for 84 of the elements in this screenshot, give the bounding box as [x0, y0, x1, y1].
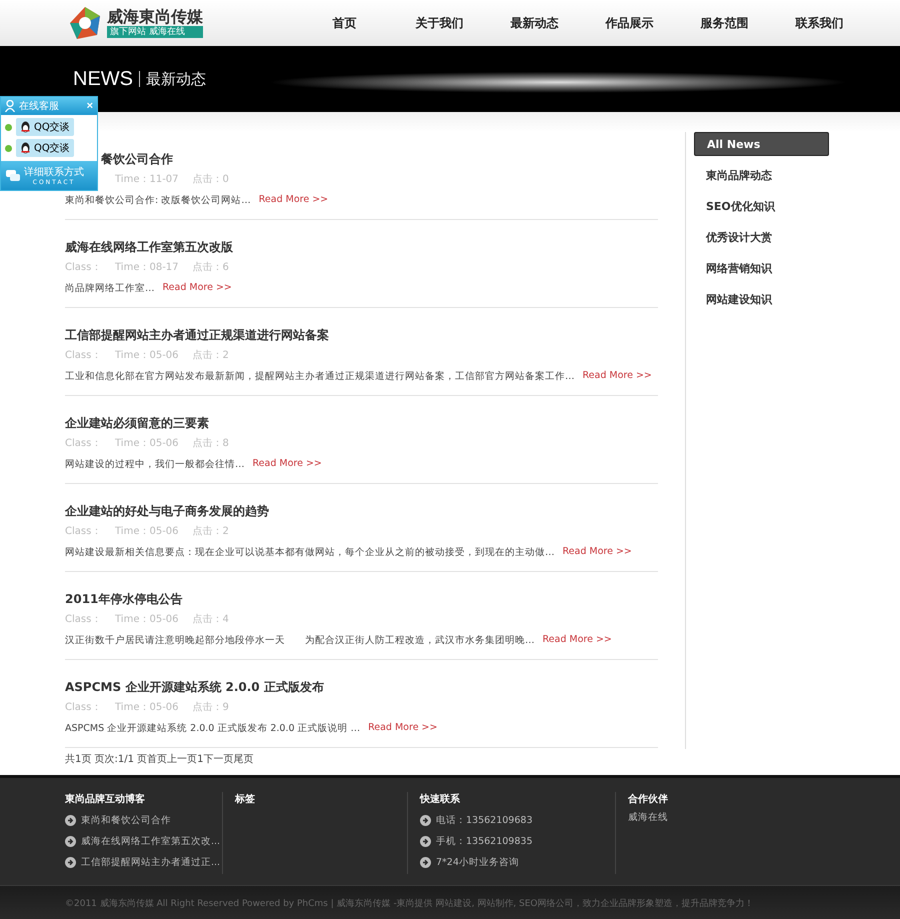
arrow-circle-icon [65, 836, 76, 847]
article-summary: 网站建设的过程中，我们一般都会往情… [65, 458, 244, 471]
article-summary: 東尚和餐饮公司合作: 改版餐饮公司网站… [65, 194, 251, 207]
pagination: 共1页 页次:1/1 页首页上一页1下一页尾页 [65, 752, 255, 766]
article-class: Class： [65, 437, 101, 450]
arrow-circle-icon [65, 857, 76, 868]
read-more-link[interactable]: Read More >> [252, 458, 322, 471]
banner-subtitle: 最新动态 [146, 70, 206, 88]
logo-title: 威海東尚传媒 [107, 8, 203, 26]
article-title[interactable]: ASPCMS 企业开源建站系统 2.0.0 正式版发布 [65, 679, 324, 695]
article-class: Class： [65, 613, 101, 626]
nav-link[interactable]: 联系我们 [772, 14, 867, 32]
arrow-circle-icon [65, 815, 76, 826]
nav-link[interactable]: 最新动态 [487, 14, 582, 32]
footer-link[interactable]: 東尚和餐饮公司合作 [81, 814, 171, 827]
article-title[interactable]: 企业建站必须留意的三要素 [65, 415, 209, 431]
chat-bubble-icon [6, 170, 20, 182]
article-title[interactable]: 工信部提醒网站主办者通过正规渠道进行网站备案 [65, 327, 329, 343]
article-time: Time：05-06 [115, 525, 179, 538]
footer-link[interactable]: 威海在线网络工作室第五次改... [81, 835, 220, 848]
article-title[interactable]: 威海在线网络工作室第五次改版 [65, 239, 233, 255]
article-class: Class： [65, 349, 101, 362]
category-link[interactable]: 网络营销知识 [694, 256, 829, 280]
read-more-link[interactable]: Read More >> [542, 634, 612, 647]
arrow-circle-icon [420, 815, 431, 826]
article-title[interactable]: 2011年停水停电公告 [65, 591, 182, 607]
arrow-circle-icon [420, 836, 431, 847]
copyright-text: ©2011 威海东尚传媒 All Right Reserved Powered by PhCms | 威海东尚传媒 -東尚提供 网站建设, 网站制作, SEO网络公司，致力企业品牌形象塑造，提升品牌竞争力！ [65, 897, 754, 910]
article-clicks: 点击：2 [192, 524, 229, 538]
article-clicks: 点击：0 [192, 172, 229, 186]
nav-link[interactable]: 首页 [297, 14, 392, 32]
article-class: Class： [65, 701, 101, 714]
article-clicks: 点击：2 [192, 348, 229, 362]
footer-link[interactable]: 手机：13562109835 [436, 835, 532, 848]
article-summary: 工业和信息化部在官方网站发布最新新闻，提醒网站主办者通过正规渠道进行网站备案，工信部官方网站备案工作… [65, 370, 574, 383]
arrow-circle-icon [420, 857, 431, 868]
article-title[interactable]: 餐饮公司合作 [101, 151, 173, 167]
article-summary: 汉正街数千户居民请注意明晚起部分地段停水一天 为配合汉正街人防工程改造，武汉市水务集团明晚… [65, 634, 534, 647]
article-clicks: 点击：9 [192, 700, 229, 714]
penguin-icon [20, 142, 31, 154]
nav-link[interactable]: 作品展示 [582, 14, 677, 32]
footer-heading: 标签 [235, 792, 256, 806]
article-time: Time：05-06 [115, 349, 179, 362]
article-class: Class： [65, 525, 101, 538]
footer-heading: 東尚品牌互动博客 [65, 792, 146, 806]
qq-chat-button[interactable]: QQ交谈 [16, 139, 74, 157]
widget-title: 在线客服 [19, 100, 60, 113]
article-clicks: 点击：8 [192, 436, 229, 450]
qq-chat-button[interactable]: QQ交谈 [16, 118, 74, 136]
logo-tagline: 旗下网站 威海在线 [107, 26, 203, 38]
article-summary: 尚品牌网络工作室… [65, 282, 154, 295]
footer-heading: 合作伙伴 [628, 792, 668, 806]
article-summary: 网站建设最新相关信息要点：现在企业可以说基本都有做网站，每个企业从之前的被动接受，到现在的主动做… [65, 546, 554, 559]
article-time: Time：05-06 [115, 437, 179, 450]
read-more-link[interactable]: Read More >> [368, 722, 438, 735]
nav-link[interactable]: 关于我们 [392, 14, 487, 32]
article-time: Time：05-06 [115, 613, 179, 626]
category-link[interactable]: 東尚品牌动态 [694, 163, 829, 187]
article-time: Time：11-07 [115, 173, 179, 186]
category-link[interactable]: 网站建设知识 [694, 287, 829, 311]
read-more-link[interactable]: Read More >> [562, 546, 632, 559]
category-link[interactable]: All News [694, 132, 829, 156]
category-link[interactable]: SEO优化知识 [694, 194, 829, 218]
logo-icon [67, 5, 103, 41]
banner-title: NEWS [73, 68, 133, 90]
footer-link[interactable]: 威海在线 [628, 811, 668, 824]
person-icon [5, 100, 15, 112]
article-title[interactable]: 企业建站的好处与电子商务发展的趋势 [65, 503, 269, 519]
footer-link[interactable]: 7*24小时业务咨询 [436, 856, 519, 869]
read-more-link[interactable]: Read More >> [258, 194, 328, 207]
footer-link[interactable]: 电话：13562109683 [436, 814, 532, 827]
article-time: Time：08-17 [115, 261, 179, 274]
footer-link[interactable]: 工信部提醒网站主办者通过正... [81, 856, 220, 869]
category-link[interactable]: 优秀设计大赏 [694, 225, 829, 249]
article-clicks: 点击：4 [192, 612, 229, 626]
penguin-icon [20, 121, 31, 133]
read-more-link[interactable]: Read More >> [582, 370, 652, 383]
footer-heading: 快速联系 [420, 792, 461, 806]
article-time: Time：05-06 [115, 701, 179, 714]
nav-link[interactable]: 服务范围 [677, 14, 772, 32]
article-clicks: 点击：6 [192, 260, 229, 274]
article-summary: ASPCMS 企业开源建站系统 2.0.0 正式版发布 2.0.0 正式版说明 … [65, 722, 360, 735]
article-class: Class： [65, 261, 101, 274]
read-more-link[interactable]: Read More >> [162, 282, 232, 295]
